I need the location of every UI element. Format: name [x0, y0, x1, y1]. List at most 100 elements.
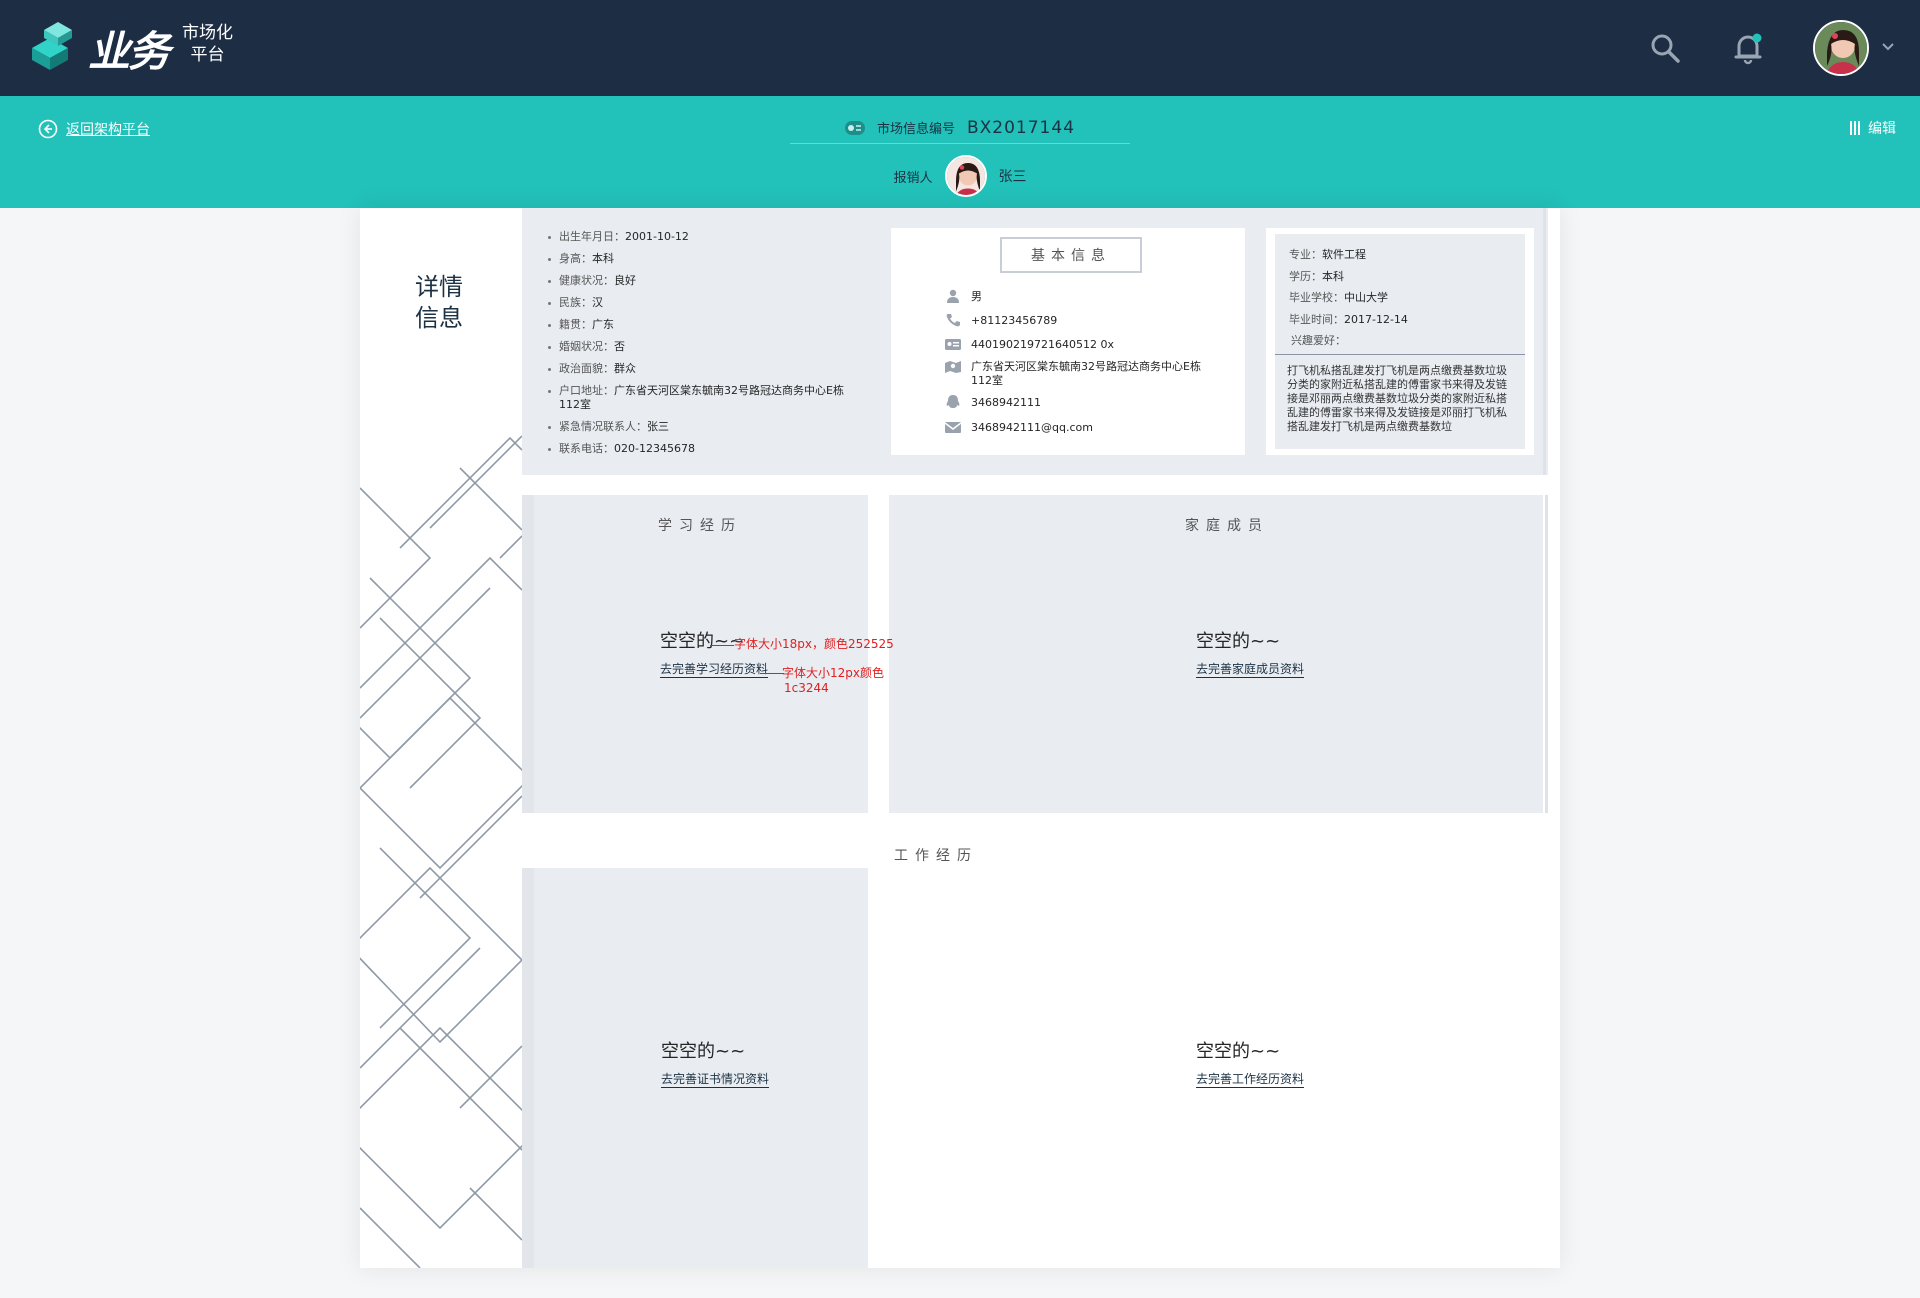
id-tag-icon: [844, 120, 865, 135]
reporter-row: 报销人 张三: [790, 154, 1130, 198]
record-header-bar: 返回架构平台 市场信息编号 BX2017144 报销人 张三 编辑: [0, 96, 1920, 208]
address-row: 广东省天河区棠东毓南32号路冠达商务中心E栋112室: [945, 360, 1205, 388]
reporter-name: 张三: [998, 169, 1027, 185]
annotation-18px: 字体大小18px，颜色252525: [734, 637, 894, 651]
study-complete-link[interactable]: 去完善学习经历资料: [660, 661, 769, 678]
degree-row: 学历：本科: [1289, 269, 1344, 283]
personal-info-list: 出生年月日：2001-10-12 身高：本科 健康状况：良好 民族：汉 籍贯：广…: [548, 226, 888, 460]
education-divider: [1275, 354, 1525, 355]
qq-row: 3468942111: [945, 395, 1205, 410]
chevron-down-icon[interactable]: [1880, 38, 1896, 54]
market-code-row: 市场信息编号 BX2017144: [790, 112, 1130, 144]
decorative-line-pattern: [360, 435, 522, 1268]
address-value: 广东省天河区棠东毓南32号路冠达商务中心E栋112室: [971, 360, 1201, 387]
search-icon[interactable]: [1647, 30, 1683, 66]
hobby-text: 打飞机私搭乱建发打飞机是两点缴费基数垃圾分类的家附近私搭乱建的傅雷家书来得及发链…: [1287, 364, 1507, 433]
basic-info-title: 基本信息: [1000, 237, 1142, 273]
personal-item: 政治面貌：群众: [548, 358, 888, 380]
gender-row: 男: [945, 289, 1205, 304]
edit-button[interactable]: 编辑: [1850, 118, 1896, 138]
major-row: 专业：软件工程: [1289, 248, 1366, 261]
work-complete-link[interactable]: 去完善工作经历资料: [1196, 1071, 1305, 1088]
brand-small-line-1: 市场化: [182, 23, 233, 43]
annotation-12px-line-2: 1c3244: [784, 681, 829, 695]
education-card: 专业：软件工程 学历：本科 毕业学校：中山大学 毕业时间：2017-12-14 …: [1266, 228, 1534, 455]
back-arrow-icon: [38, 119, 58, 139]
annotation-12px: 字体大小12px颜色 1c3244: [782, 666, 884, 696]
cert-complete-link[interactable]: 去完善证书情况资料: [661, 1071, 770, 1088]
phone-row: +81123456789: [945, 314, 1205, 328]
back-link-label: 返回架构平台: [66, 122, 150, 138]
personal-item: 联系电话：020-12345678: [548, 438, 888, 460]
personal-item: 身高：本科: [548, 248, 888, 270]
map-pin-icon: [945, 361, 961, 373]
family-panel-edge: [1545, 495, 1548, 813]
market-code-value: BX2017144: [966, 117, 1076, 138]
work-section-title: 工作经历: [894, 848, 978, 864]
family-complete-link[interactable]: 去完善家庭成员资料: [1196, 661, 1305, 678]
id-card-row: 440190219721640512 0x: [945, 338, 1205, 352]
study-panel-edge: [522, 495, 534, 813]
personal-item: 民族：汉: [548, 292, 888, 314]
education-rows: 专业：软件工程 学历：本科 毕业学校：中山大学 毕业时间：2017-12-14 …: [1289, 244, 1408, 352]
id-card-value: 440190219721640512 0x: [971, 338, 1114, 351]
mail-icon: [945, 422, 961, 433]
reporter-avatar[interactable]: [944, 155, 987, 197]
user-avatar[interactable]: [1813, 20, 1869, 76]
detail-title-line-2: 信息: [415, 304, 463, 332]
personal-item: 健康状况：良好: [548, 270, 888, 292]
education-card-inner: 专业：软件工程 学历：本科 毕业学校：中山大学 毕业时间：2017-12-14 …: [1275, 234, 1525, 449]
logo-mark-icon: [32, 22, 72, 70]
personal-item: 出生年月日：2001-10-12: [548, 226, 888, 248]
info-band-right-edge: [1548, 208, 1560, 475]
grad-date-row: 毕业时间：2017-12-14: [1289, 312, 1408, 326]
personal-item: 户口地址：广东省天河区棠东毓南32号路冠达商务中心E栋112室: [548, 380, 848, 416]
avatar-image-icon: [1815, 22, 1867, 74]
person-icon: [947, 289, 959, 303]
hobby-label: 兴趣爱好：: [1291, 334, 1346, 347]
basic-info-card: 基本信息 男 +81123456789 440190219721640512 0…: [891, 228, 1245, 455]
brand-small-line-2: 平台: [190, 45, 225, 65]
reporter-label: 报销人: [893, 170, 933, 186]
qq-value: 3468942111: [971, 396, 1041, 409]
family-empty-text: 空空的~~: [1196, 631, 1281, 652]
email-row: 3468942111@qq.com: [945, 421, 1205, 435]
detail-sidebar: 详情 信息: [360, 208, 522, 1268]
email-value: 3468942111@qq.com: [971, 421, 1093, 434]
family-empty-state: 空空的~~ 去完善家庭成员资料: [1196, 627, 1305, 678]
brand-big-text: 业务: [88, 27, 170, 76]
gender-value: 男: [971, 290, 982, 303]
top-bar: 业务 市场化 平台: [0, 0, 1920, 96]
phone-icon: [946, 314, 960, 327]
edit-bars-icon: [1850, 121, 1860, 135]
detail-title: 详情 信息: [415, 272, 463, 334]
work-empty-text: 空空的~~: [1196, 1041, 1281, 1062]
family-section-title: 家庭成员: [1185, 518, 1269, 534]
cert-panel-edge: [522, 868, 534, 1268]
reporter-avatar-icon: [946, 157, 985, 195]
brand-small-text: 市场化 平台: [182, 22, 233, 66]
personal-item: 籍贯：广东: [548, 314, 888, 336]
qq-icon: [946, 395, 960, 408]
personal-item: 紧急情况联系人：张三: [548, 416, 888, 438]
personal-item: 婚姻状况：否: [548, 336, 888, 358]
annotation-12px-line-1: 字体大小12px颜色: [782, 666, 884, 680]
edit-label: 编辑: [1868, 121, 1896, 137]
school-row: 毕业学校：中山大学: [1289, 291, 1388, 304]
annotation-line-1: [710, 645, 734, 646]
annotation-line-2: [760, 673, 784, 674]
study-section-title: 学习经历: [658, 518, 742, 534]
market-code-label: 市场信息编号: [876, 122, 955, 137]
detail-title-line-1: 详情: [415, 273, 463, 301]
phone-value: +81123456789: [971, 314, 1058, 327]
brand-logo[interactable]: 业务 市场化 平台: [28, 16, 248, 76]
bell-icon[interactable]: [1730, 30, 1766, 66]
back-link[interactable]: 返回架构平台: [38, 118, 150, 140]
info-band-edge-strip: [1543, 208, 1546, 475]
work-empty-state: 空空的~~ 去完善工作经历资料: [1196, 1037, 1305, 1088]
detail-sheet: 详情 信息 出生年月日：2001-10-12 身高：本科 健康状况：良好 民族：…: [360, 208, 1560, 1268]
study-empty-state: 空空的~~ 去完善学习经历资料: [660, 627, 769, 678]
cert-empty-text: 空空的~~: [661, 1041, 746, 1062]
cert-empty-state: 空空的~~ 去完善证书情况资料: [661, 1037, 770, 1088]
id-card-icon: [945, 339, 961, 350]
